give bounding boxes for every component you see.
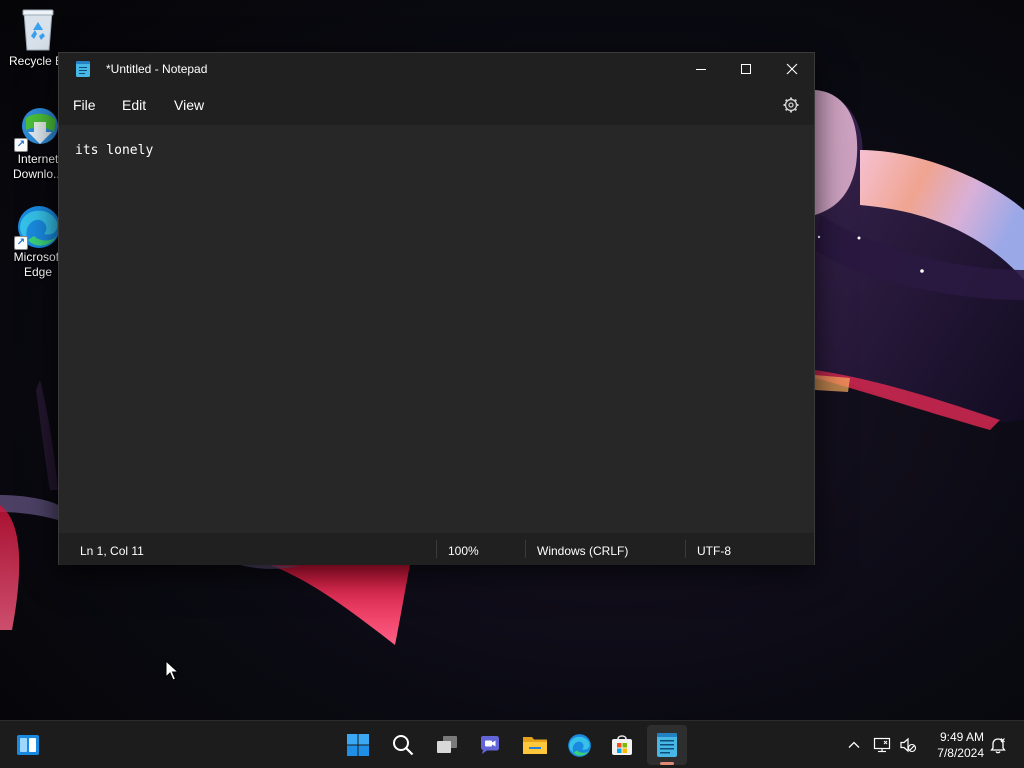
tray-volume-button[interactable] [892,725,924,765]
recycle-bin-icon [14,6,62,54]
menu-bar: File Edit View [59,85,814,125]
menu-view[interactable]: View [174,97,204,113]
taskbar-start-button[interactable] [338,725,378,765]
clock-date: 7/8/2024 [937,746,984,760]
internet-download-manager-icon: ↗ [14,104,62,152]
status-bar: Ln 1, Col 11 100% Windows (CRLF) UTF-8 [59,533,814,565]
status-cursor-position: Ln 1, Col 11 [80,544,144,558]
notepad-icon [657,733,677,757]
minimize-button[interactable] [678,53,724,85]
editor-content[interactable]: its lonely [75,143,153,158]
close-icon [786,63,798,75]
mouse-pointer-icon [165,660,179,681]
status-divider [685,540,686,558]
shortcut-arrow-icon: ↗ [14,138,28,152]
store-icon [612,735,632,755]
taskbar-clock[interactable]: 9:49 AM 7/8/2024 [928,729,984,761]
notepad-window: *Untitled - Notepad File Edit View its l… [58,52,815,565]
volume-muted-icon [900,737,917,753]
notification-icon [990,738,1006,754]
chevron-up-icon [848,741,860,748]
taskbar-search-button[interactable] [383,725,423,765]
gear-icon[interactable] [781,95,801,115]
menu-edit[interactable]: Edit [122,97,146,113]
status-line-ending[interactable]: Windows (CRLF) [537,544,628,558]
windows-start-icon [347,734,369,756]
taskbar-store-button[interactable] [602,725,642,765]
clock-time: 9:49 AM [939,730,984,744]
taskbar-edge-button[interactable] [559,725,599,765]
edge-icon [568,734,591,757]
tray-notifications-button[interactable] [984,725,1012,765]
maximize-button[interactable] [723,53,769,85]
window-title: *Untitled - Notepad [106,62,208,76]
widgets-icon [17,735,39,755]
taskbar-widgets-button[interactable] [8,725,48,765]
taskbar-file-explorer-button[interactable] [515,725,555,765]
status-divider [525,540,526,558]
status-encoding[interactable]: UTF-8 [697,544,731,558]
shortcut-arrow-icon: ↗ [14,236,28,250]
active-app-indicator [660,762,674,765]
text-editor[interactable]: its lonely [59,125,814,533]
folder-icon [523,737,547,754]
maximize-icon [741,64,751,74]
taskbar-chat-button[interactable] [470,725,510,765]
close-button[interactable] [769,53,815,85]
status-zoom[interactable]: 100% [448,544,479,558]
edge-icon: ↗ [14,202,62,250]
taskbar-task-view-button[interactable] [427,725,467,765]
menu-file[interactable]: File [73,97,96,113]
network-icon [873,737,891,753]
title-bar[interactable]: *Untitled - Notepad [59,53,814,85]
teams-chat-icon [481,736,499,754]
task-view-icon [437,736,457,753]
notepad-icon [76,61,90,77]
taskbar: 9:49 AM 7/8/2024 [0,720,1024,768]
search-icon [393,735,414,756]
minimize-icon [696,69,706,70]
taskbar-notepad-button[interactable] [647,725,687,765]
status-divider [436,540,437,558]
